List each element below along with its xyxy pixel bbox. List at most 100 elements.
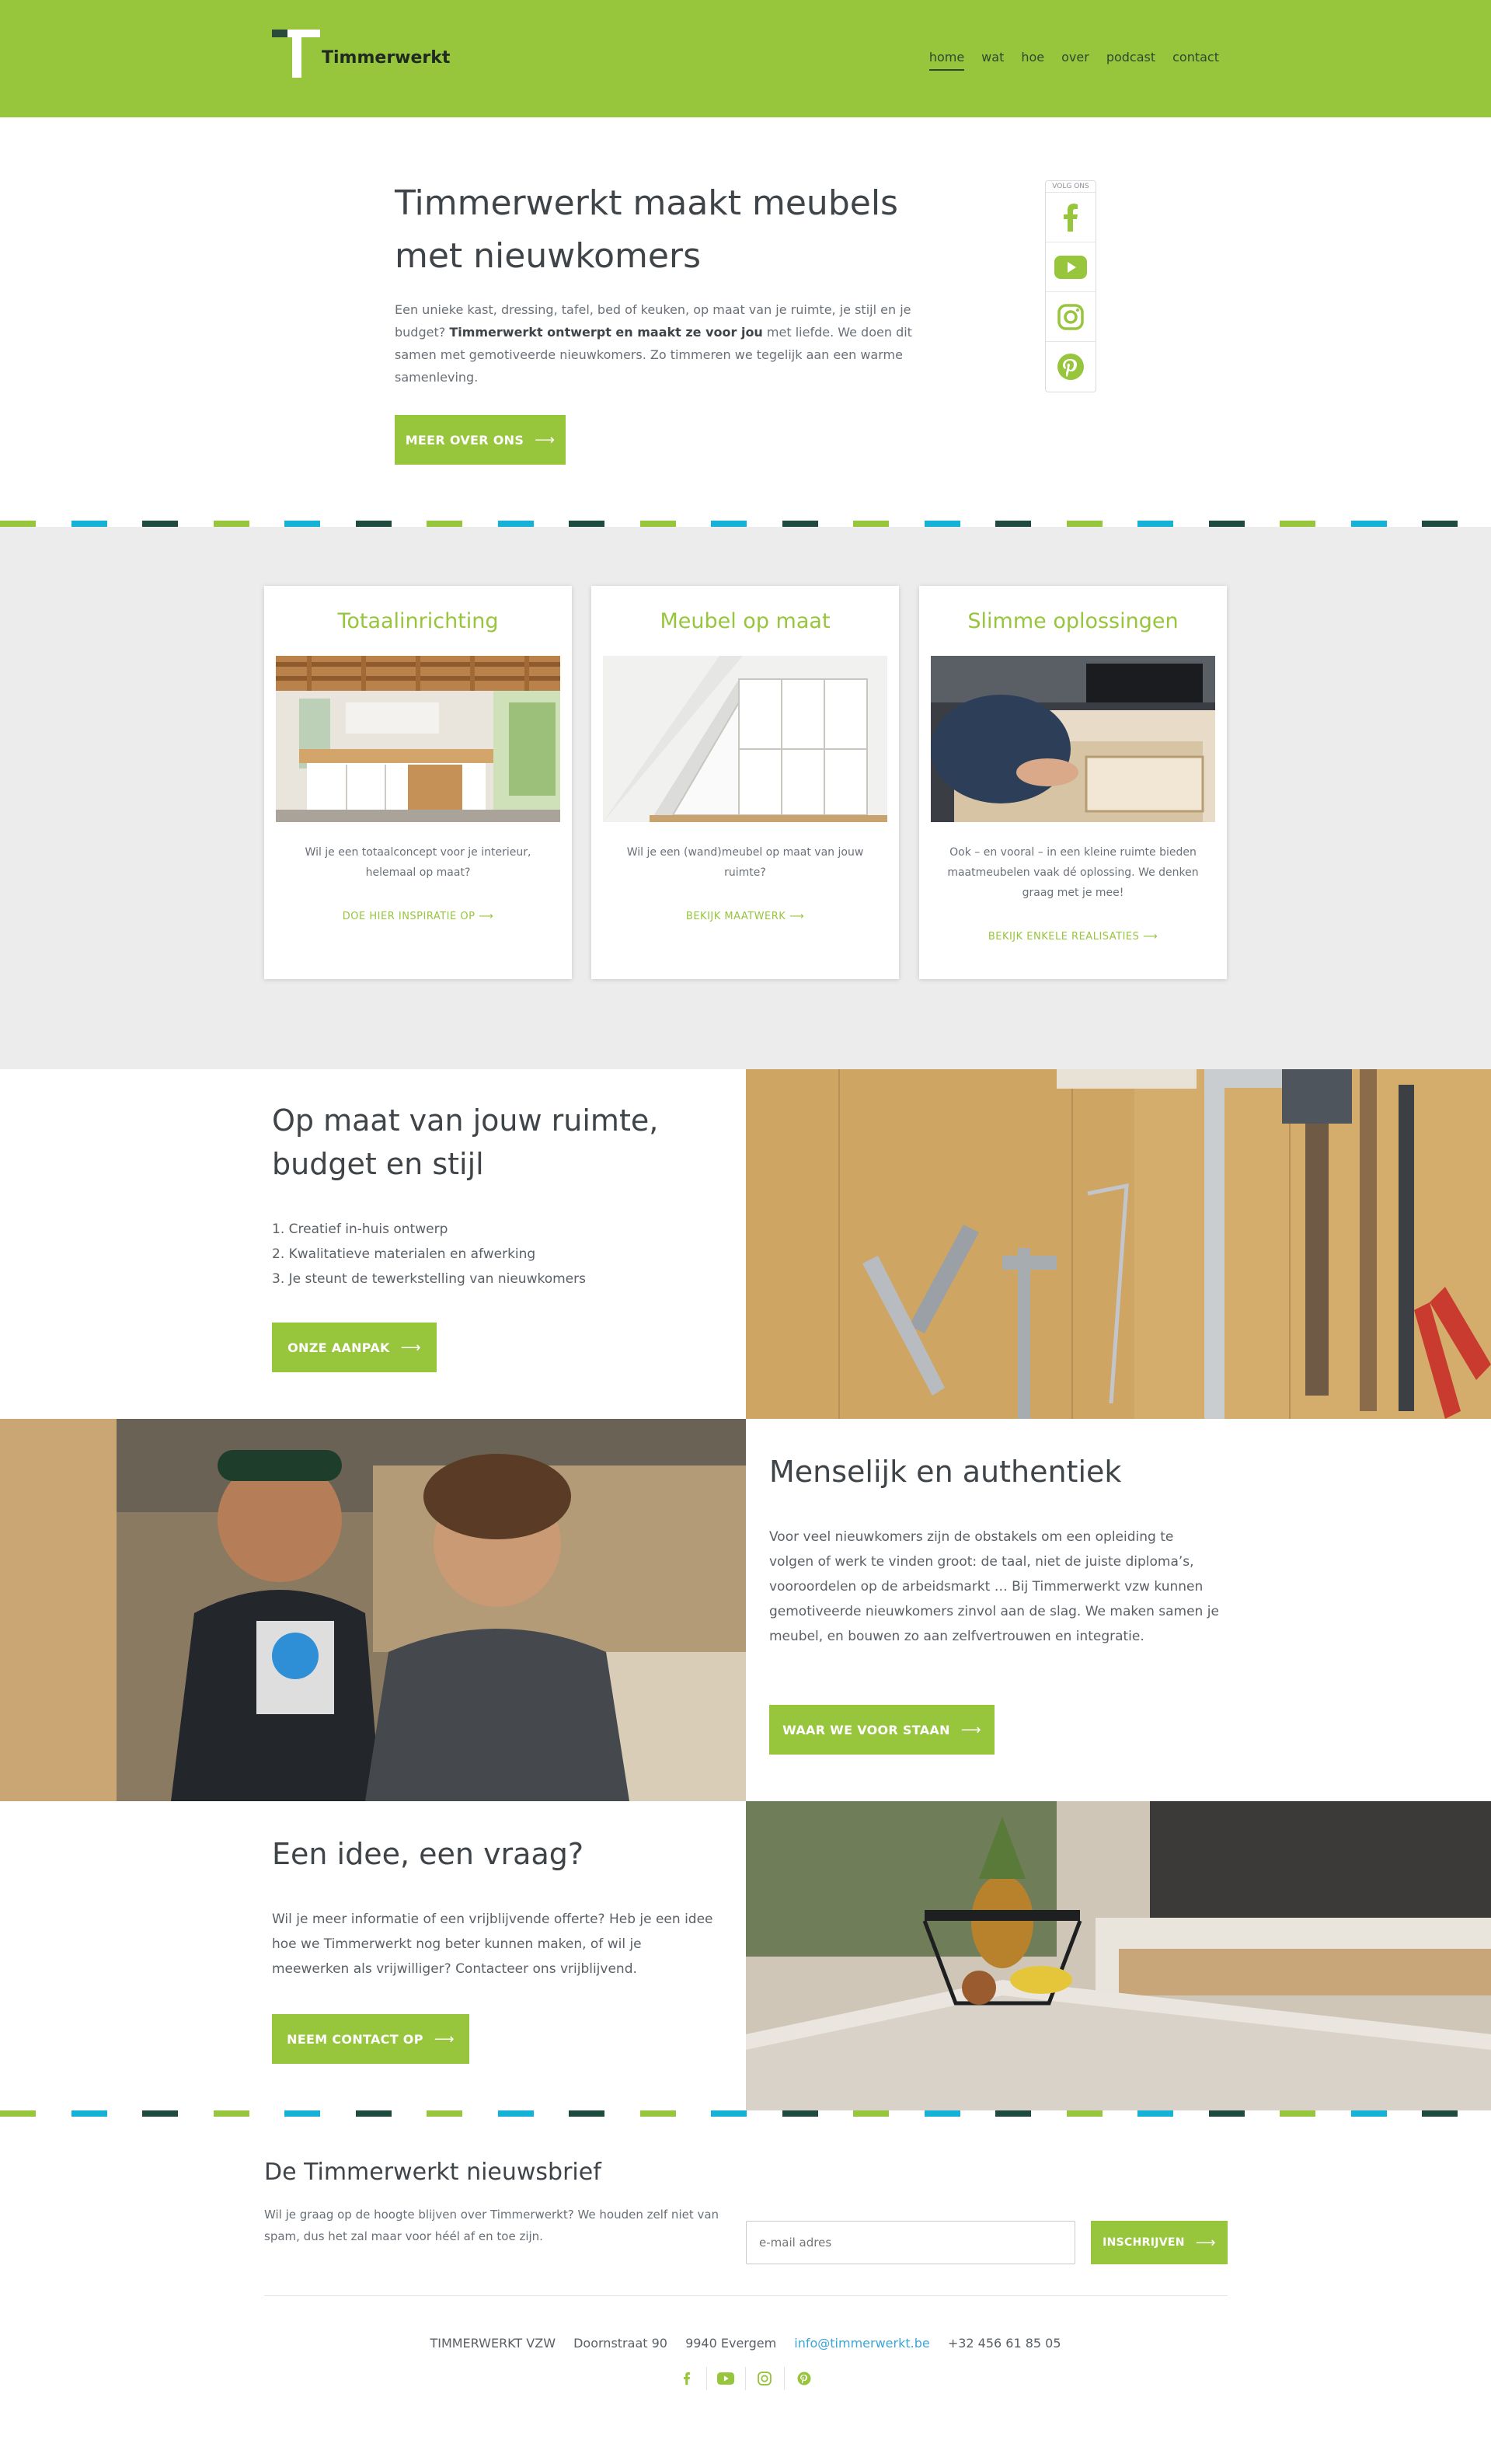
- bekijk-enkele-realisaties-link[interactable]: BEKIJK ENKELE REALISATIES ⟶: [919, 931, 1227, 943]
- link-label: DOE HIER INSPIRATIE OP: [342, 911, 476, 922]
- wardrobe-photo: [603, 656, 887, 822]
- feature1-title: Op maat van jouw ruimte, budget en stijl: [272, 1099, 658, 1186]
- team-photo: [0, 1419, 746, 1801]
- footer-city: 9940 Evergem: [685, 2336, 777, 2351]
- nav-home[interactable]: home: [928, 50, 965, 71]
- footer-street: Doornstraat 90: [573, 2336, 667, 2351]
- nav-contact[interactable]: contact: [1172, 50, 1219, 71]
- inschrijven-label: INSCHRIJVEN: [1103, 2236, 1185, 2249]
- volg-ons-label: VOLG ONS: [1046, 181, 1096, 193]
- dash-segment: [213, 521, 249, 527]
- dash-segment: [1066, 2110, 1103, 2117]
- dash-segment: [1208, 521, 1245, 527]
- dash-segment: [1280, 521, 1315, 527]
- dash-divider-top: [0, 521, 1491, 527]
- facebook-icon[interactable]: [1046, 193, 1096, 242]
- service-card-totaalinrichting: Totaalinrichting Wil je een totaalconcep…: [264, 586, 572, 979]
- service-card-title: Meubel op maat: [660, 609, 831, 633]
- dash-divider-bottom: [0, 2110, 1491, 2117]
- social-follow-box: VOLG ONS: [1045, 180, 1096, 392]
- dash-segment: [639, 521, 676, 527]
- desk-photo: [931, 656, 1215, 822]
- email-field[interactable]: [746, 2221, 1075, 2264]
- dash-segment: [497, 521, 534, 527]
- dash-segment: [1350, 521, 1387, 527]
- onze-aanpak-button[interactable]: ONZE AANPAK ⟶: [272, 1323, 437, 1372]
- kitchen-photo: [276, 656, 560, 822]
- youtube-icon[interactable]: [707, 2367, 746, 2390]
- dash-segment: [1137, 521, 1173, 527]
- nav-over[interactable]: over: [1061, 50, 1089, 71]
- feature1-list: 1. Creatief in-huis ontwerp 2. Kwalitati…: [272, 1217, 586, 1291]
- link-label: BEKIJK MAATWERK: [685, 911, 786, 922]
- dash-segment: [924, 2110, 960, 2117]
- list-item: 2. Kwalitatieve materialen en afwerking: [272, 1246, 536, 1262]
- footer-email-link[interactable]: info@timmerwerkt.be: [794, 2336, 929, 2351]
- dash-segment: [1350, 2110, 1387, 2117]
- list-item: 1. Creatief in-huis ontwerp: [272, 1222, 448, 1237]
- feature1-title-line1: Op maat van jouw ruimte,: [272, 1103, 659, 1138]
- logo-mark-icon: [272, 30, 320, 78]
- logo[interactable]: Timmerwerkt: [272, 30, 450, 78]
- feature3-text: Wil je meer informatie of een vrijblijve…: [272, 1912, 713, 1977]
- doe-hier-inspiratie-op-link[interactable]: DOE HIER INSPIRATIE OP ⟶: [264, 911, 572, 922]
- footer-phone[interactable]: +32 456 61 85 05: [948, 2336, 1061, 2351]
- dash-segment: [569, 2110, 604, 2117]
- dash-segment: [0, 521, 36, 527]
- dash-segment: [1137, 2110, 1173, 2117]
- youtube-icon[interactable]: [1046, 242, 1096, 292]
- instagram-icon[interactable]: [746, 2367, 785, 2390]
- service-card-text: Wil je een (wand)meubel op maat van jouw…: [626, 846, 864, 879]
- dash-segment: [1066, 521, 1103, 527]
- pinterest-icon[interactable]: [785, 2367, 824, 2390]
- dash-segment: [427, 521, 462, 527]
- dash-segment: [639, 2110, 676, 2117]
- hero-title: Timmerwerkt maakt meubels met nieuwkomer…: [395, 177, 985, 283]
- bekijk-maatwerk-link[interactable]: BEKIJK MAATWERK ⟶: [591, 911, 899, 922]
- instagram-icon[interactable]: [1046, 292, 1096, 342]
- dash-segment: [497, 2110, 534, 2117]
- dash-segment: [0, 2110, 36, 2117]
- pinterest-icon[interactable]: [1046, 342, 1096, 392]
- newsletter-title: De Timmerwerkt nieuwsbrief: [264, 2159, 601, 2186]
- dash-segment: [924, 521, 960, 527]
- dash-segment: [71, 2110, 107, 2117]
- nav-wat[interactable]: wat: [981, 50, 1004, 71]
- dash-segment: [427, 2110, 462, 2117]
- waar-we-voor-staan-button[interactable]: WAAR WE VOOR STAAN ⟶: [769, 1705, 995, 1755]
- arrow-right-icon: ⟶: [479, 911, 494, 922]
- dash-segment: [213, 2110, 249, 2117]
- dash-segment: [995, 521, 1031, 527]
- arrow-right-icon: ⟶: [960, 1721, 981, 1738]
- link-label: BEKIJK ENKELE REALISATIES: [988, 931, 1140, 943]
- feature1-title-line2: budget en stijl: [272, 1147, 484, 1181]
- footer-divider: [264, 2295, 1228, 2296]
- nav-podcast[interactable]: podcast: [1106, 50, 1155, 71]
- feature2-title: Menselijk en authentiek: [769, 1455, 1122, 1489]
- service-card-meubel-op-maat: Meubel op maat Wil je een (wand)meubel o…: [591, 586, 899, 979]
- arrow-right-icon: ⟶: [1143, 931, 1158, 943]
- dash-segment: [71, 521, 107, 527]
- meer-over-ons-button[interactable]: MEER OVER ONS ⟶: [395, 415, 566, 465]
- dash-segment: [853, 521, 889, 527]
- meer-over-ons-label: MEER OVER ONS: [405, 432, 524, 448]
- dash-segment: [853, 2110, 889, 2117]
- service-card-title: Slimme oplossingen: [967, 609, 1179, 633]
- logo-text: Timmerwerkt: [322, 47, 451, 68]
- neem-contact-op-button[interactable]: NEEM CONTACT OP ⟶: [272, 2014, 469, 2064]
- dash-segment: [1422, 2110, 1458, 2117]
- nav-hoe[interactable]: hoe: [1021, 50, 1044, 71]
- tools-photo: [746, 1069, 1491, 1419]
- service-card-slimme-oplossingen: Slimme oplossingen Ook – en vooral – in …: [919, 586, 1227, 979]
- inschrijven-button[interactable]: INSCHRIJVEN ⟶: [1091, 2221, 1228, 2264]
- dash-segment: [782, 2110, 818, 2117]
- dash-segment: [711, 521, 747, 527]
- dash-segment: [355, 521, 392, 527]
- hero-text: Een unieke kast, dressing, tafel, bed of…: [395, 298, 931, 389]
- facebook-icon[interactable]: [668, 2367, 707, 2390]
- arrow-right-icon: ⟶: [434, 2030, 455, 2048]
- footer-social-icons: [0, 2367, 1491, 2390]
- newsletter-text: Wil je graag op de hoogte blijven over T…: [264, 2208, 719, 2243]
- dash-segment: [1422, 521, 1458, 527]
- dash-segment: [569, 521, 604, 527]
